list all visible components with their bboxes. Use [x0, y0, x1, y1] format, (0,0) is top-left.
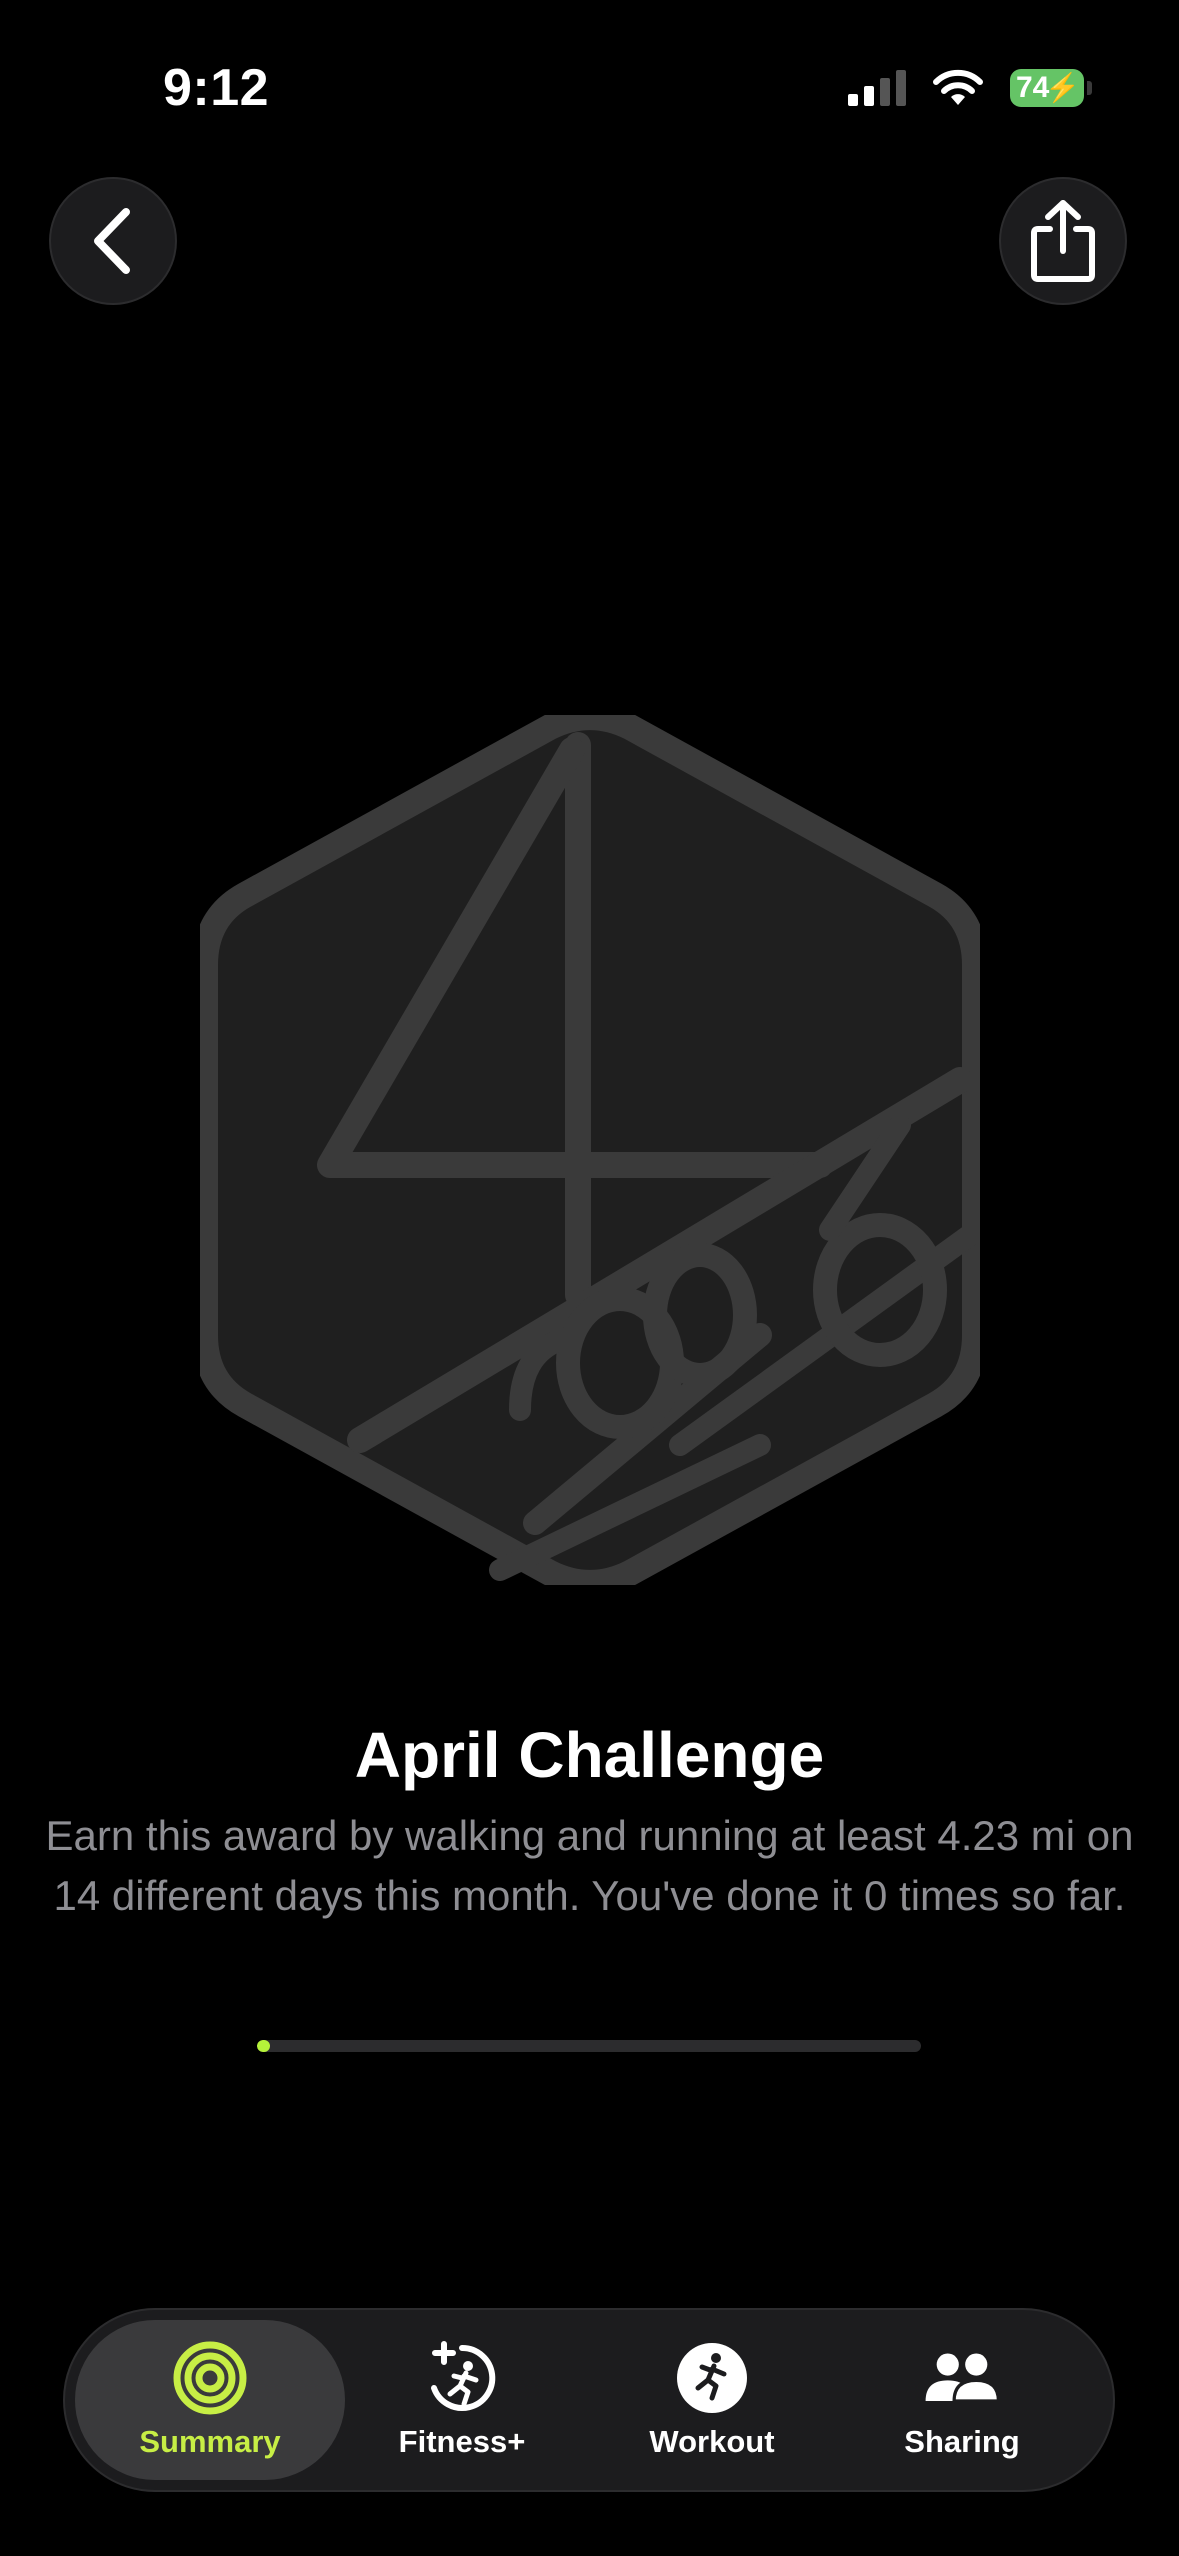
tab-summary[interactable]: Summary: [75, 2320, 345, 2480]
tab-label: Fitness+: [398, 2424, 526, 2459]
people-icon: [924, 2340, 1000, 2416]
running-figure-icon: [674, 2340, 750, 2416]
back-button[interactable]: [49, 177, 177, 305]
fitness-plus-icon: [424, 2340, 500, 2416]
tab-workout[interactable]: Workout: [577, 2320, 847, 2480]
tab-label: Summary: [139, 2424, 281, 2459]
tab-fitness-plus[interactable]: Fitness+: [327, 2320, 597, 2480]
award-progress-fill: [257, 2040, 271, 2052]
cellular-signal-icon: [848, 70, 906, 106]
status-time: 9:12: [163, 59, 270, 117]
award-title: April Challenge: [354, 1719, 825, 1791]
chevron-left-icon: [94, 208, 130, 274]
share-button[interactable]: [999, 177, 1127, 305]
award-badge-image: [192, 704, 988, 1596]
tab-label: Sharing: [904, 2424, 1020, 2459]
status-icons: 74 ⚡: [848, 58, 1092, 118]
award-description: Earn this award by walking and running a…: [45, 1812, 1134, 1919]
share-icon: [1031, 200, 1095, 282]
activity-rings-icon: [172, 2340, 248, 2416]
tab-bar: Summary Fitness+ Workout Sharing: [63, 2308, 1115, 2492]
tab-label: Workout: [649, 2424, 775, 2459]
award-badge: [192, 704, 988, 1596]
wifi-icon: [933, 69, 983, 105]
battery-indicator: 74 ⚡: [1010, 69, 1092, 107]
tab-sharing[interactable]: Sharing: [827, 2320, 1097, 2480]
award-progress-bar: [257, 2040, 921, 2052]
charging-bolt-icon: ⚡: [1045, 72, 1080, 103]
